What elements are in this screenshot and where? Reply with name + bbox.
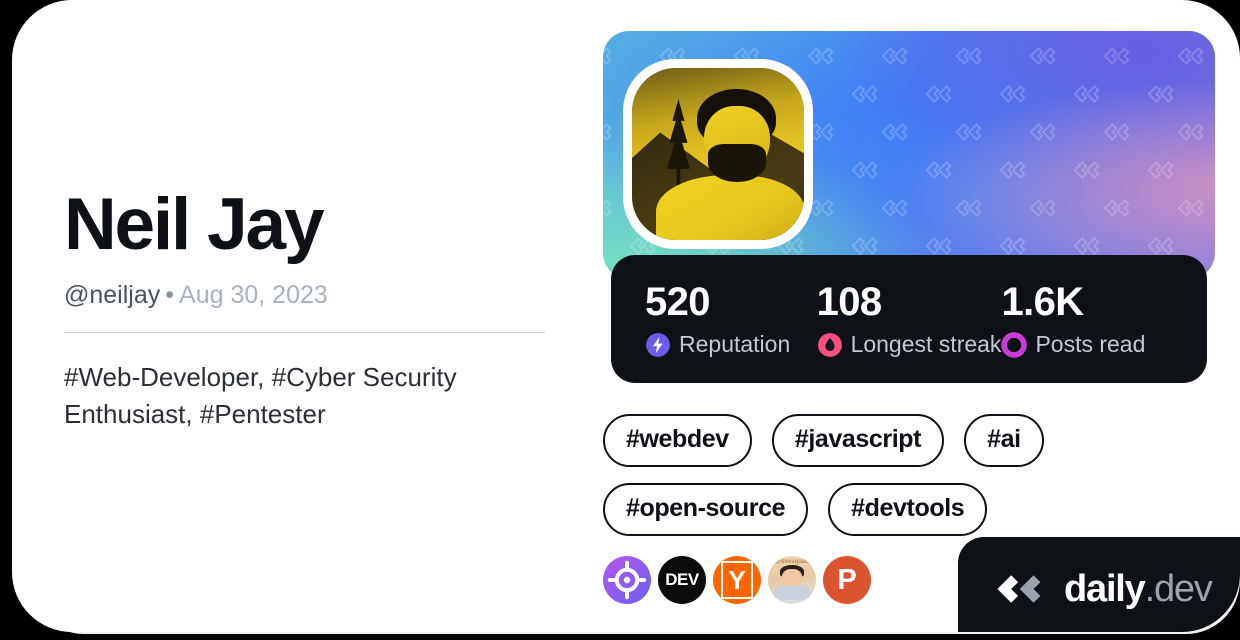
watermark-logo-icon: [1103, 199, 1130, 217]
daily-dev-source-icon[interactable]: [603, 556, 651, 604]
posts-read-ring-icon: [1001, 331, 1028, 358]
watermark-logo-icon: [1177, 123, 1204, 141]
brand-word-secondary: .dev: [1144, 567, 1213, 610]
tag-chip-javascript[interactable]: #javascript: [771, 414, 945, 467]
stat-value: 1.6K: [1001, 280, 1084, 324]
crosshair-icon: [607, 560, 647, 600]
daily-dev-wordmark: daily.dev: [1064, 567, 1213, 610]
source-icon-list: DEV Y @devsquad P: [603, 556, 871, 604]
stat-label-row: Longest streak: [817, 331, 1002, 358]
stat-label-row: Reputation: [645, 331, 817, 358]
producthunt-letter: P: [837, 563, 857, 596]
stat-label: Longest streak: [850, 331, 1002, 357]
watermark-logo-icon: [1029, 199, 1056, 217]
avatar-source-handle: @devsquad: [775, 558, 809, 565]
watermark-logo-icon: [881, 47, 908, 65]
stat-value: 108: [816, 280, 883, 324]
profile-divider: [64, 332, 545, 334]
watermark-logo-icon: [1029, 47, 1056, 65]
stat-label: Reputation: [679, 331, 791, 357]
producthunt-source-icon[interactable]: P: [823, 556, 871, 604]
profile-card: Neil Jay @neiljay • Aug 30, 2023 #Web-Deve…: [12, 0, 1240, 632]
profile-visual-column: 520 Reputation 108 Longest streak 1.6K P…: [603, 31, 1215, 604]
tag-chip-open-source[interactable]: #open-source: [603, 483, 809, 536]
screenshot-stage: Neil Jay @neiljay • Aug 30, 2023 #Web-Deve…: [0, 0, 1240, 640]
stat-item-reputation: 520 Reputation: [645, 280, 817, 358]
watermark-logo-icon: [851, 85, 878, 103]
watermark-logo-icon: [1029, 123, 1056, 141]
watermark-logo-icon: [925, 85, 952, 103]
profile-info-column: Neil Jay @neiljay • Aug 30, 2023 #Web-Deve…: [64, 184, 564, 433]
watermark-logo-icon: [925, 161, 952, 179]
watermark-logo-icon: [1177, 47, 1204, 65]
reputation-bolt-icon: [646, 332, 670, 357]
watermark-logo-icon: [1103, 47, 1130, 65]
daily-dev-badge: daily.dev: [958, 537, 1240, 632]
avatar-image: [632, 68, 804, 240]
profile-joined-date: Aug 30, 2023: [179, 281, 328, 310]
tag-list: #webdev #javascript #ai #open-source #de…: [603, 414, 1215, 536]
watermark-logo-icon: [807, 47, 834, 65]
hackernews-source-icon[interactable]: Y: [713, 556, 761, 604]
daily-dev-logo-mark: [994, 569, 1049, 609]
meta-separator: •: [165, 281, 175, 310]
tag-chip-ai[interactable]: #ai: [964, 414, 1044, 467]
watermark-logo-icon: [999, 161, 1026, 179]
profile-cover-image: [603, 31, 1215, 279]
stat-item-posts-read: 1.6K Posts read: [1001, 280, 1173, 358]
tag-chip-webdev[interactable]: #webdev: [603, 414, 752, 467]
brand-word-primary: daily: [1064, 567, 1146, 610]
watermark-logo-icon: [1103, 123, 1130, 141]
devto-wordmark: DEV: [665, 570, 699, 589]
watermark-logo-icon: [1073, 161, 1100, 179]
tag-chip-devtools[interactable]: #devtools: [828, 483, 988, 536]
watermark-logo-icon: [881, 199, 908, 217]
watermark-logo-icon: [603, 123, 612, 141]
streak-flame-icon: [817, 332, 842, 357]
stat-item-longest-streak: 108 Longest streak: [817, 280, 1002, 358]
watermark-logo-icon: [955, 199, 982, 217]
stats-bar: 520 Reputation 108 Longest streak 1.6K P…: [611, 255, 1207, 383]
watermark-logo-icon: [881, 123, 908, 141]
stat-value: 520: [645, 280, 711, 324]
watermark-logo-icon: [1147, 85, 1174, 103]
watermark-logo-icon: [955, 47, 982, 65]
watermark-logo-icon: [999, 85, 1026, 103]
watermark-logo-icon: [1073, 85, 1100, 103]
profile-display-name: Neil Jay: [64, 184, 325, 265]
profile-bio: #Web-Developer, #Cyber Security Enthusia…: [64, 362, 457, 430]
hn-letter: Y: [728, 564, 746, 595]
avatar: [623, 59, 813, 249]
avatar-source-icon[interactable]: @devsquad: [768, 556, 816, 604]
watermark-logo-icon: [603, 47, 612, 65]
stat-label-row: Posts read: [1001, 331, 1173, 358]
watermark-logo-icon: [851, 161, 878, 179]
watermark-logo-icon: [955, 123, 982, 141]
watermark-logo-icon: [1147, 161, 1174, 179]
stat-label: Posts read: [1035, 331, 1146, 357]
profile-meta-row: @neiljay • Aug 30, 2023: [64, 280, 564, 310]
profile-handle: @neiljay: [64, 281, 161, 310]
watermark-logo-icon: [1177, 199, 1204, 217]
watermark-logo-icon: [603, 199, 612, 217]
devto-source-icon[interactable]: DEV: [658, 556, 706, 604]
